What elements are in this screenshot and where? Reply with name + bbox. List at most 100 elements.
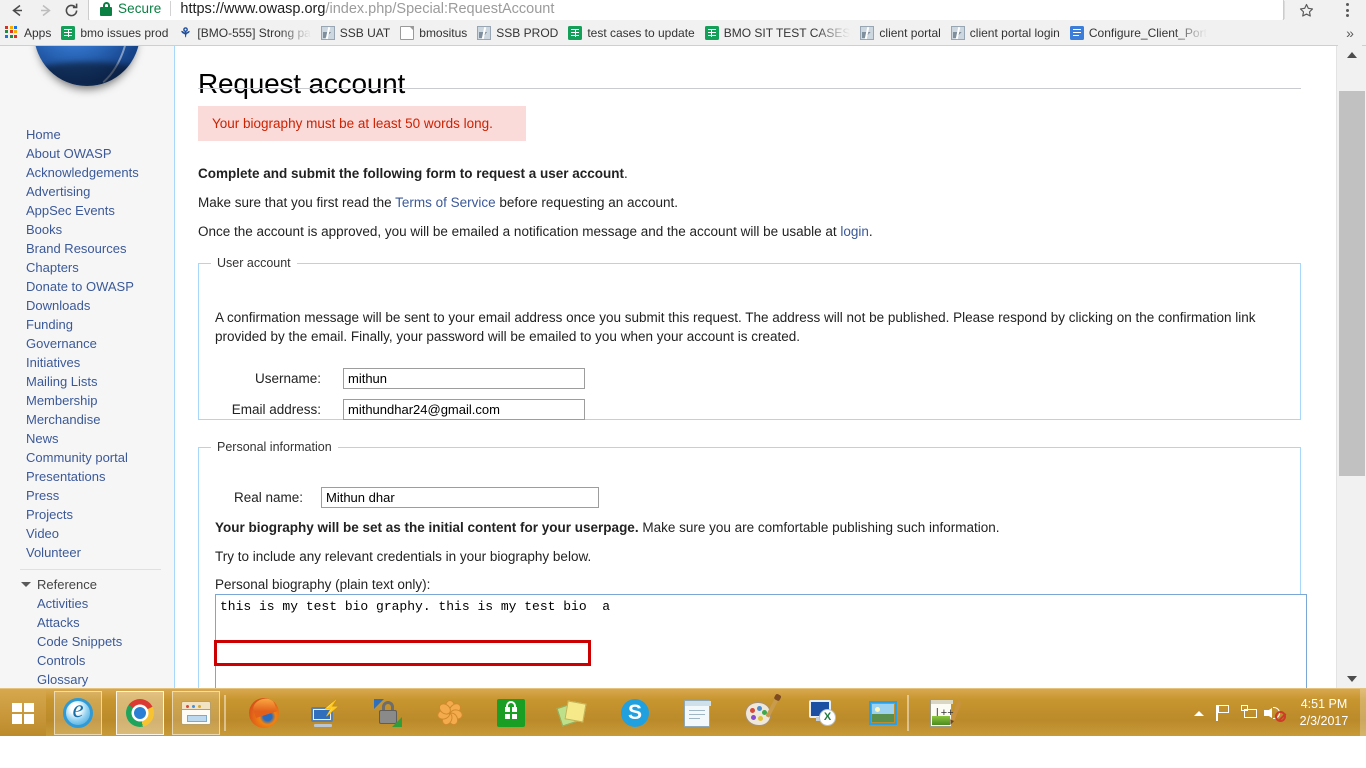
sidebar-item-membership[interactable]: Membership [0,391,175,410]
taskbar-item-secure-transfer[interactable] [364,691,412,735]
sidebar-item-mailing-lists[interactable]: Mailing Lists [0,372,175,391]
sidebar-item-brand-resources[interactable]: Brand Resources [0,239,175,258]
sidebar-subitem-glossary[interactable]: Glossary [0,670,175,688]
approved-prefix: Once the account is approved, you will b… [198,224,841,239]
bookmark-client-portal[interactable]: client portal [855,23,945,43]
sidebar-item-about-owasp[interactable]: About OWASP [0,144,175,163]
show-hidden-icons-button[interactable] [1188,689,1210,737]
apps-grid-icon [5,25,19,40]
biography-textarea[interactable]: this is my test bio graphy. this is my t… [215,594,1307,688]
sidebar-item-merchandise[interactable]: Merchandise [0,410,175,429]
taskbar-item-skype[interactable] [611,691,659,735]
lock-icon [100,1,112,16]
taskbar-item-internet-explorer[interactable] [54,691,102,735]
taskbar-item-remote-desktop[interactable]: ⚡ [300,691,348,735]
email-input[interactable] [343,399,585,420]
user-account-note: A confirmation message will be sent to y… [215,310,1256,344]
username-input[interactable] [343,368,585,389]
personal-information-fieldset: Personal information Real name: Your bio… [198,440,1307,688]
sidebar-subitem-code-snippets[interactable]: Code Snippets [0,632,175,651]
taskbar-item-file-explorer[interactable] [172,691,220,735]
biography-notice: Your biography will be set as the initia… [215,520,1000,535]
taskbar-item-notepad[interactable] [673,691,721,735]
email-row: Email address: [215,399,585,420]
taskbar-separator [907,695,909,731]
bookmark-bmo-sit-test-cases[interactable]: BMO SIT TEST CASES [700,23,856,43]
sidebar-item-advertising[interactable]: Advertising [0,182,175,201]
bookmark-bmo-issues-prod[interactable]: bmo issues prod [56,23,173,43]
taskbar-item-mozilla-firefox[interactable] [240,691,288,735]
back-button[interactable] [4,0,30,20]
sidebar-section-label: Reference [37,577,97,592]
sidebar-subitem-activities[interactable]: Activities [0,594,175,613]
sidebar-item-projects[interactable]: Projects [0,505,175,524]
sidebar-item-community-portal[interactable]: Community portal [0,448,175,467]
bookmark-apps[interactable]: Apps [0,23,56,43]
realname-input[interactable] [321,487,599,508]
taskbar-item-google-chrome[interactable] [116,691,164,735]
chrome-menu-icon[interactable] [1336,0,1358,21]
sidebar-item-donate-to-owasp[interactable]: Donate to OWASP [0,277,175,296]
realname-row: Real name: [215,487,599,508]
forward-button [32,0,58,20]
star-icon[interactable] [1294,0,1318,21]
clock[interactable]: 4:51 PM 2/3/2017 [1288,689,1360,737]
taskbar-item-paint[interactable] [735,691,783,735]
owasp-logo[interactable] [34,46,140,86]
sidebar-subitem-attacks[interactable]: Attacks [0,613,175,632]
action-center-flag-icon[interactable] [1210,689,1236,737]
sidebar-item-acknowledgements[interactable]: Acknowledgements [0,163,175,182]
sidebar-item-presentations[interactable]: Presentations [0,467,175,486]
bookmarks-overflow-button[interactable]: » [1338,20,1362,46]
start-button[interactable] [0,689,46,737]
bookmark-bmositus[interactable]: bmositus [395,23,472,43]
sidebar-item-chapters[interactable]: Chapters [0,258,175,277]
sidebar-item-downloads[interactable]: Downloads [0,296,175,315]
taskbar-item-sticky-notes[interactable] [549,691,597,735]
biography-label: Personal biography (plain text only): [215,577,431,592]
show-desktop-button[interactable] [1360,689,1366,737]
bookmark-client-portal-login[interactable]: client portal login [946,23,1065,43]
reload-icon[interactable] [58,0,84,20]
browser-toolbar: Secure https://www.owasp.org/index.php/S… [0,0,1366,21]
taskbar-item-photo-viewer[interactable] [859,691,907,735]
taskbar-item-flower-app[interactable] [426,691,474,735]
bookmark-label: BMO SIT TEST CASES [723,25,851,40]
sidebar-section-reference[interactable]: Reference [0,575,175,594]
sidebar-item-news[interactable]: News [0,429,175,448]
sidebar-item-home[interactable]: Home [0,125,175,144]
terms-of-service-link[interactable]: Terms of Service [395,195,496,210]
taskbar-item-store[interactable] [487,691,535,735]
vertical-scrollbar[interactable] [1336,46,1366,688]
personal-information-legend: Personal information [217,440,332,454]
scroll-up-button[interactable] [1337,46,1366,64]
sidebar-subitem-controls[interactable]: Controls [0,651,175,670]
login-link[interactable]: login [840,224,869,239]
address-bar[interactable]: Secure https://www.owasp.org/index.php/S… [88,0,1284,21]
sidebar-item-books[interactable]: Books [0,220,175,239]
sidebar-item-governance[interactable]: Governance [0,334,175,353]
network-icon[interactable] [1236,689,1262,737]
desktop-strip [0,736,1366,768]
sidebar-item-initiatives[interactable]: Initiatives [0,353,175,372]
chevron-down-icon[interactable] [21,582,31,587]
sidebar-item-press[interactable]: Press [0,486,175,505]
bookmark-label: SSB UAT [339,25,391,40]
sidebar-item-video[interactable]: Video [0,524,175,543]
scrollbar-thumb[interactable] [1339,91,1365,476]
bookmark-configure-client-port[interactable]: Configure_Client_Port [1065,23,1212,43]
sidebar-item-volunteer[interactable]: Volunteer [0,543,175,562]
sidebar-item-appsec-events[interactable]: AppSec Events [0,201,175,220]
taskbar-item-excel-monitor[interactable]: X [797,691,845,735]
bookmark-test-cases-to-update[interactable]: test cases to update [563,23,699,43]
system-tray: 4:51 PM 2/3/2017 [1188,689,1366,737]
broken-image-icon [950,25,965,40]
bookmark-bmo-555-strong-pa[interactable]: ⚘ [BMO-555] Strong pa [173,23,315,43]
taskbar-item-notepad-plus-plus[interactable]: |++ [919,691,967,735]
scroll-down-button[interactable] [1337,670,1366,688]
volume-muted-icon[interactable] [1262,689,1288,737]
bookmark-ssb-prod[interactable]: SSB PROD [472,23,563,43]
blue-doc-icon [1069,25,1084,40]
bookmark-ssb-uat[interactable]: SSB UAT [316,23,395,43]
sidebar-item-funding[interactable]: Funding [0,315,175,334]
